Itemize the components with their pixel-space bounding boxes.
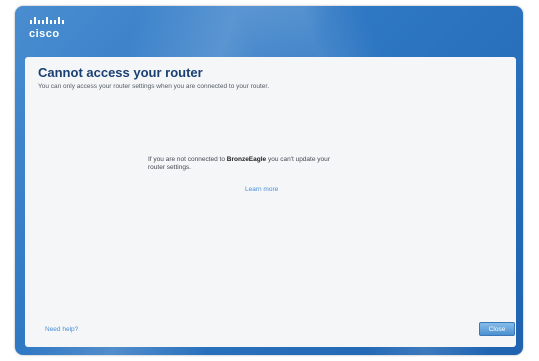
cisco-logo-icon [30,17,64,24]
learn-more-link[interactable]: Learn more [245,186,278,193]
page-subtitle: You can only access your router settings… [38,83,270,90]
close-button[interactable]: Close [479,322,515,336]
page-title: Cannot access your router [38,65,203,80]
cisco-logo: cisco [29,14,69,42]
cisco-logo-text: cisco [29,28,60,40]
dialog-panel: Cannot access your router You can only a… [25,57,516,347]
need-help-link[interactable]: Need help? [45,326,78,333]
network-name: BronzeEagle [226,156,267,163]
app-window: cisco Cannot access your router You can … [15,6,523,355]
message-prefix: If you are not connected to [148,156,227,163]
connection-message: If you are not connected to BronzeEagle … [148,156,348,172]
